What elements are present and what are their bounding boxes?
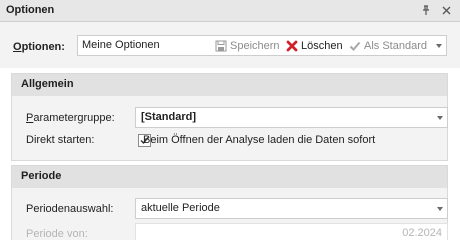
period-from-value: 02.2024 <box>402 227 442 239</box>
period-header: Periode <box>12 166 447 188</box>
floppy-disk-icon <box>215 40 227 51</box>
period-select-label: Periodenauswahl: <box>26 203 114 215</box>
period-from-label: Periode von: <box>26 228 88 240</box>
period-select-value: aktuelle Periode <box>141 202 220 214</box>
pin-icon[interactable] <box>419 3 433 17</box>
default-label: Als Standard <box>364 39 427 52</box>
param-group-value: [Standard] <box>141 111 196 123</box>
set-default-button[interactable]: Als Standard <box>349 36 427 55</box>
options-dropdown-button[interactable] <box>436 36 442 55</box>
delete-button[interactable]: Löschen <box>286 36 343 55</box>
options-field[interactable]: Meine Optionen Speichern Löschen Als Sta… <box>77 35 447 56</box>
period-from-field[interactable]: 02.2024 <box>135 223 448 240</box>
delete-label: Löschen <box>301 39 343 52</box>
options-label: Optionen: <box>13 41 65 53</box>
save-button[interactable]: Speichern <box>215 36 280 55</box>
period-panel: Periode Periodenauswahl: aktuelle Period… <box>11 165 448 240</box>
chevron-down-icon[interactable] <box>437 116 443 120</box>
general-header: Allgemein <box>12 74 447 96</box>
param-group-label: Parametergruppe: <box>26 112 115 124</box>
period-select[interactable]: aktuelle Periode <box>135 198 448 219</box>
direct-start-text[interactable]: Beim Öffnen der Analyse laden die Daten … <box>143 134 375 146</box>
checkmark-icon <box>349 41 361 51</box>
options-toolbar: Optionen: Meine Optionen Speichern Lösch… <box>0 22 460 68</box>
options-value[interactable]: Meine Optionen <box>82 39 160 51</box>
param-group-select[interactable]: [Standard] <box>135 107 448 128</box>
general-panel: Allgemein Parametergruppe: [Standard] Di… <box>11 73 448 161</box>
chevron-down-icon <box>436 43 442 48</box>
direct-start-label: Direkt starten: <box>26 134 95 146</box>
chevron-down-icon[interactable] <box>437 207 443 211</box>
close-icon[interactable] <box>439 3 453 17</box>
title-bar: Optionen <box>0 0 460 22</box>
window-title: Optionen <box>6 4 55 16</box>
red-x-icon <box>286 40 298 51</box>
save-label: Speichern <box>230 39 280 52</box>
